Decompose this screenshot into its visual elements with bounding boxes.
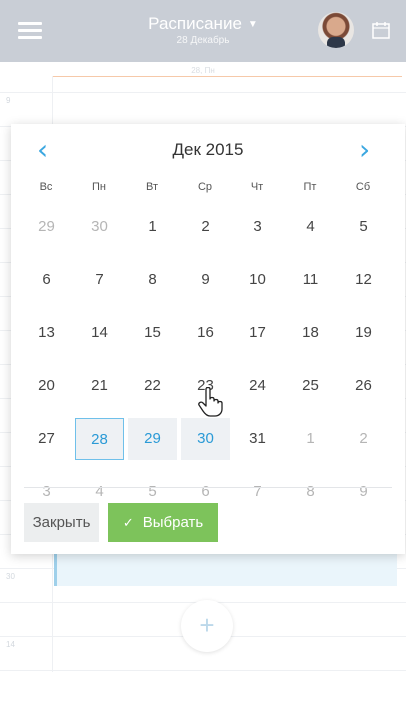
hour-label: 30 — [6, 572, 15, 581]
day-cell[interactable]: 22 — [128, 365, 177, 407]
weekday-label: Ср — [197, 181, 213, 193]
month-label: Дек 2015 — [172, 140, 244, 159]
day-cell[interactable]: 19 — [339, 312, 388, 354]
weekday-label: Чт — [250, 181, 264, 193]
page-title-text: Расписание — [148, 14, 242, 33]
day-cell[interactable]: 11 — [286, 259, 335, 301]
day-cell[interactable]: 1 — [286, 418, 335, 460]
chevron-right-icon[interactable]: › — [359, 136, 370, 164]
dropdown-caret-icon: ▼ — [247, 19, 258, 30]
hour-label: 9 — [6, 96, 11, 105]
day-cell[interactable]: 7 — [233, 471, 282, 513]
calendar-icon[interactable] — [371, 20, 391, 40]
hour-row — [0, 670, 406, 705]
day-cell[interactable]: 25 — [286, 365, 335, 407]
day-cell[interactable]: 21 — [75, 365, 124, 407]
day-cell[interactable]: 15 — [128, 312, 177, 354]
day-cell[interactable]: 8 — [286, 471, 335, 513]
day-cell[interactable]: 2 — [339, 418, 388, 460]
day-cell[interactable]: 30 — [75, 206, 124, 248]
day-cell[interactable]: 27 — [22, 418, 71, 460]
day-cell[interactable]: 3 — [233, 206, 282, 248]
app-header: Расписание ▼ 28 Декабрь — [0, 0, 406, 62]
add-event-button[interactable]: + — [181, 600, 233, 652]
weekday-label: Пт — [303, 181, 317, 193]
weekday-label: Сб — [355, 181, 371, 193]
day-cell[interactable]: 1 — [128, 206, 177, 248]
day-cell[interactable]: 18 — [286, 312, 335, 354]
day-cell[interactable]: 20 — [22, 365, 71, 407]
hour-row: 9 — [0, 92, 406, 127]
day-cell[interactable]: 30 — [181, 418, 230, 460]
day-cell[interactable]: 4 — [286, 206, 335, 248]
day-cell[interactable]: 12 — [339, 259, 388, 301]
select-button[interactable]: ✓ Выбрать — [108, 503, 218, 542]
day-cell[interactable]: 9 — [181, 259, 230, 301]
select-button-label: Выбрать — [142, 514, 204, 531]
weekday-label: Вс — [39, 181, 53, 193]
selected-day-cell[interactable]: 28 — [75, 418, 124, 460]
day-cell[interactable]: 7 — [75, 259, 124, 301]
day-cell[interactable]: 2 — [181, 206, 230, 248]
day-cell[interactable]: 9 — [339, 471, 388, 513]
day-cell[interactable]: 29 — [22, 206, 71, 248]
avatar[interactable] — [318, 12, 354, 48]
day-cell[interactable]: 10 — [233, 259, 282, 301]
date-picker-dialog: ‹ Дек 2015 › Вс Пн Вт Ср Чт Пт Сб 29 30 1 2 3 4 5 6 7 8 9… — [11, 124, 405, 554]
day-cell[interactable]: 16 — [181, 312, 230, 354]
day-cell[interactable]: 6 — [22, 259, 71, 301]
divider — [24, 487, 392, 488]
day-cell[interactable]: 13 — [22, 312, 71, 354]
day-cell[interactable]: 29 — [128, 418, 177, 460]
day-cell[interactable]: 23 — [181, 365, 230, 407]
check-icon: ✓ — [122, 516, 134, 531]
hour-label: 14 — [6, 640, 15, 649]
day-cell[interactable]: 31 — [233, 418, 282, 460]
day-cell[interactable]: 17 — [233, 312, 282, 354]
day-cell[interactable]: 26 — [339, 365, 388, 407]
weekday-label: Вт — [145, 181, 158, 193]
weekday-label: Пн — [92, 181, 106, 193]
schedule-date-label: 28, Пн — [191, 66, 215, 75]
day-cell[interactable]: 24 — [233, 365, 282, 407]
close-button[interactable]: Закрыть — [24, 503, 99, 542]
plus-icon: + — [199, 610, 215, 640]
current-time-line — [52, 76, 402, 77]
day-cell[interactable]: 14 — [75, 312, 124, 354]
day-cell[interactable]: 8 — [128, 259, 177, 301]
day-cell[interactable]: 5 — [339, 206, 388, 248]
event-block[interactable] — [54, 552, 397, 586]
